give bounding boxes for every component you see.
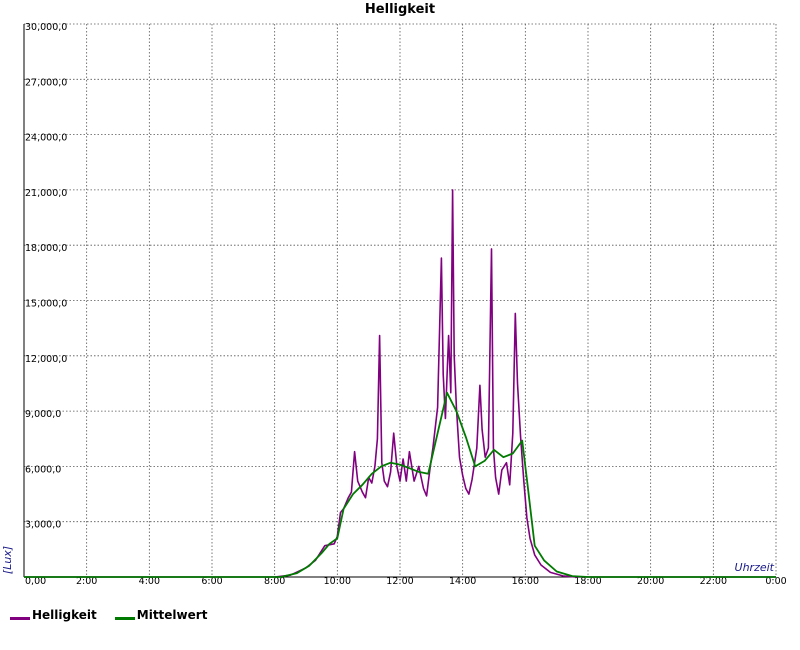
x-tick-label: 12:00 [386,576,413,587]
y-tick-label: 15,000,0 [25,299,67,310]
y-axis-label: [Lux] [1,546,14,574]
y-tick-label: 21,000,0 [25,188,67,199]
legend: Helligkeit Mittelwert [10,608,207,622]
chart-title: Helligkeit [365,2,435,17]
legend-item-helligkeit: Helligkeit [10,608,97,622]
y-tick-label: 27,000,0 [25,77,67,88]
y-tick-label: 18,000,0 [25,243,67,254]
y-tick-label: 24,000,0 [25,133,67,144]
y-tick-label: 12,000,0 [25,354,67,365]
y-tick-labels: 3,000,0 6,000,0 9,000,0 12,000,0 15,000,0 18,… [25,22,67,531]
legend-label-helligkeit: Helligkeit [32,608,97,622]
y-tick-label: 30,000,0 [25,22,67,33]
legend-label-mittelwert: Mittelwert [136,608,208,622]
y-tick-label: 9,000,0 [25,409,61,420]
x-tick-label: 16:00 [512,576,539,587]
grid [24,23,777,577]
y-tick-label: 6,000,0 [25,464,61,475]
y-tick-label: 3,000,0 [25,520,61,531]
legend-item-mittelwert: Mittelwert [114,608,208,622]
chart: Helligkeit 3,000,0 6,000,0 9,000,0 12,000,0… [1,2,787,587]
x-tick-label: 14:00 [449,576,476,587]
legend-swatch-helligkeit [10,616,30,620]
legend-swatch-mittelwert [114,616,135,620]
x-tick-label: 10:00 [324,576,351,587]
x-axis-label: Uhrzeit [735,561,775,574]
